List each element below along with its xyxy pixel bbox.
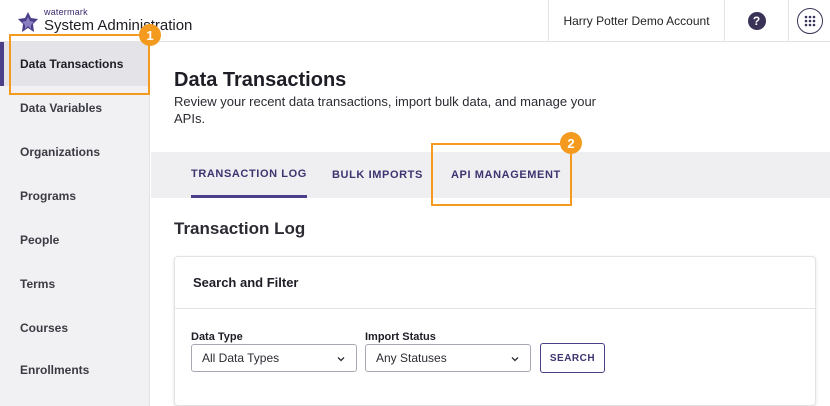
sidebar-item-people[interactable]: People — [0, 218, 150, 262]
account-menu[interactable]: Harry Potter Demo Account — [548, 0, 724, 42]
card-header: Search and Filter — [175, 257, 815, 309]
tab-bulk-imports[interactable]: BULK IMPORTS — [332, 152, 423, 198]
tab-transaction-log[interactable]: TRANSACTION LOG — [191, 152, 307, 198]
import-status-label: Import Status — [365, 331, 436, 343]
sidebar-item-organizations[interactable]: Organizations — [0, 130, 150, 174]
search-filter-card: Search and Filter Data Type All Data Typ… — [174, 256, 816, 406]
page-title: Data Transactions — [174, 69, 347, 91]
apps-grid-icon — [796, 8, 823, 34]
callout-badge-2: 2 — [560, 132, 582, 154]
sidebar-nav: Data Transactions Data Variables Organiz… — [0, 42, 150, 406]
app-title: System Administration — [44, 17, 193, 34]
chevron-down-icon — [337, 357, 345, 362]
watermark-logo-icon — [18, 12, 38, 32]
apps-button[interactable] — [788, 0, 830, 42]
page-description: Review your recent data transactions, im… — [174, 94, 597, 126]
chevron-down-icon — [511, 357, 519, 362]
watermark-logo[interactable]: watermark System Administration — [12, 4, 202, 38]
import-status-value: Any Statuses — [376, 351, 447, 365]
data-type-select[interactable]: All Data Types — [191, 344, 357, 372]
card-title: Search and Filter — [193, 275, 299, 290]
help-button[interactable]: ? — [724, 0, 788, 42]
import-status-select[interactable]: Any Statuses — [365, 344, 531, 372]
data-type-label: Data Type — [191, 331, 243, 343]
sidebar-item-enrollments[interactable]: Enrollments — [0, 348, 150, 392]
logo-brand-text: watermark — [44, 7, 88, 17]
callout-box-2 — [431, 143, 572, 206]
data-type-value: All Data Types — [202, 351, 280, 365]
sidebar-item-courses[interactable]: Courses — [0, 306, 150, 350]
callout-badge-1: 1 — [139, 24, 161, 46]
help-icon: ? — [747, 12, 766, 30]
search-button[interactable]: SEARCH — [540, 343, 605, 373]
section-title: Transaction Log — [174, 219, 306, 238]
callout-box-1 — [9, 34, 150, 95]
sidebar-item-programs[interactable]: Programs — [0, 174, 150, 218]
sidebar-item-terms[interactable]: Terms — [0, 262, 150, 306]
